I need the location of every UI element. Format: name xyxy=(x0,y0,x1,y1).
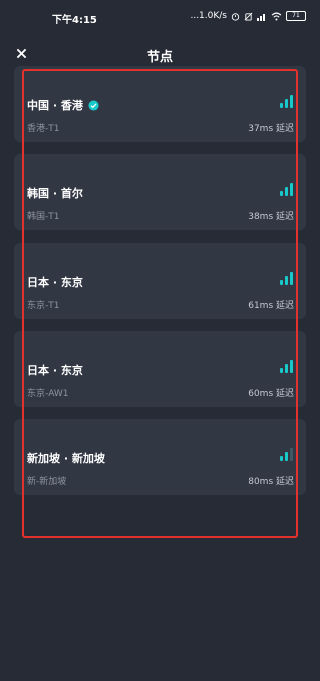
node-item[interactable]: 新加坡 · 新加坡 新-新加坡 80ms 延迟 xyxy=(14,419,306,495)
signal-icon xyxy=(279,94,295,108)
status-icons: ...1.0K/s 71 xyxy=(190,11,306,21)
latency-label: 37ms 延迟 xyxy=(248,124,294,134)
node-item[interactable]: 中国 · 香港 香港-T1 37ms 延迟 xyxy=(14,66,306,142)
signal-icon xyxy=(279,447,295,461)
mute-icon xyxy=(244,12,253,21)
node-name: 日本 · 东京 xyxy=(27,276,83,289)
latency-label: 80ms 延迟 xyxy=(248,477,294,487)
signal-strength-icon xyxy=(257,12,267,21)
node-subtitle: 东京-T1 xyxy=(27,301,60,311)
wifi-icon xyxy=(271,12,282,21)
node-item[interactable]: 日本 · 东京 东京-T1 61ms 延迟 xyxy=(14,243,306,319)
verified-icon xyxy=(88,99,99,111)
latency-label: 38ms 延迟 xyxy=(248,212,294,222)
latency-label: 60ms 延迟 xyxy=(248,389,294,399)
alarm-icon xyxy=(231,12,240,21)
node-subtitle: 新-新加坡 xyxy=(27,477,67,487)
node-item[interactable]: 日本 · 东京 东京-AW1 60ms 延迟 xyxy=(14,331,306,407)
node-item[interactable]: 韩国 · 首尔 韩国-T1 38ms 延迟 xyxy=(14,154,306,230)
signal-icon xyxy=(279,359,295,373)
node-name: 新加坡 · 新加坡 xyxy=(27,452,105,465)
latency-label: 61ms 延迟 xyxy=(248,301,294,311)
node-subtitle: 韩国-T1 xyxy=(27,212,60,222)
page-title: 节点 xyxy=(146,50,173,65)
status-time: 下午4:15 xyxy=(52,15,97,26)
node-subtitle: 香港-T1 xyxy=(27,124,60,134)
node-name: 韩国 · 首尔 xyxy=(27,187,83,200)
signal-icon xyxy=(279,271,295,285)
node-name: 中国 · 香港 xyxy=(27,99,83,112)
signal-icon xyxy=(279,182,295,196)
status-bar: 下午4:15 ...1.0K/s 71 xyxy=(0,0,320,34)
battery-icon: 71 xyxy=(286,11,306,21)
node-name: 日本 · 东京 xyxy=(27,364,83,377)
node-subtitle: 东京-AW1 xyxy=(27,389,69,399)
network-speed: ...1.0K/s xyxy=(190,11,227,21)
